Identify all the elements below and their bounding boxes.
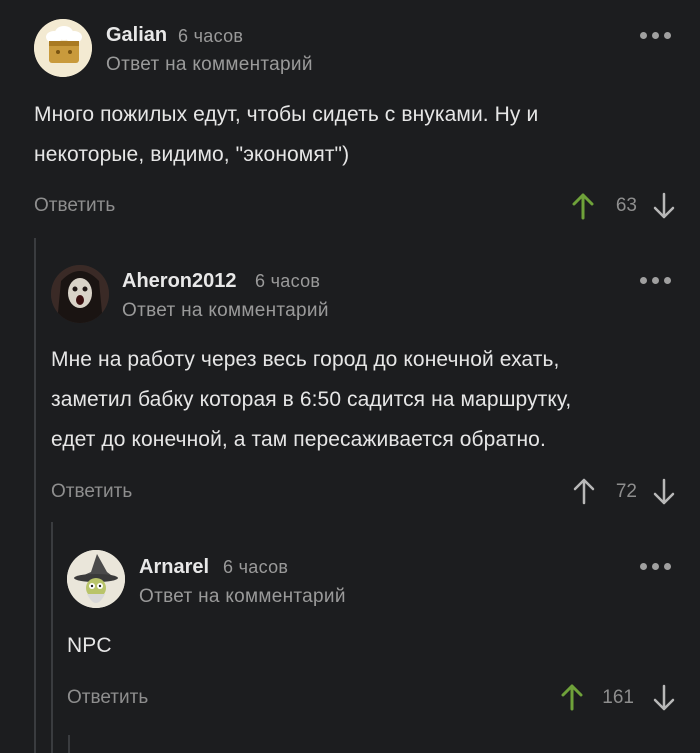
reply-button[interactable]: Ответить <box>51 481 132 503</box>
comment-text: Много пожилых едут, чтобы сидеть с внука… <box>34 95 538 175</box>
comment-author[interactable]: Galian <box>106 24 167 47</box>
dot-icon <box>640 563 647 570</box>
downvote-button[interactable] <box>652 684 676 717</box>
comment-author[interactable]: Arnarel <box>139 556 209 579</box>
reply-note[interactable]: Ответ на комментарий <box>122 300 329 322</box>
vote-score: 63 <box>615 195 637 216</box>
comment-text-line: некоторые, видимо, "экономят") <box>34 143 350 166</box>
comment-text: Мне на работу через весь город до конечн… <box>51 340 571 460</box>
comment-text-line: NPC <box>67 634 112 657</box>
reply-note[interactable]: Ответ на комментарий <box>106 54 313 76</box>
avatar[interactable] <box>34 19 92 77</box>
thread-line-level-3 <box>68 735 70 753</box>
downvote-button[interactable] <box>652 192 676 225</box>
thread-line-level-2 <box>51 522 53 753</box>
downvote-button[interactable] <box>652 478 676 511</box>
arrow-down-icon <box>653 478 675 505</box>
arrow-up-icon <box>561 684 583 711</box>
vote-score: 161 <box>602 687 634 708</box>
comment-time: 6 часов <box>223 557 289 577</box>
arrow-up-icon <box>573 478 595 505</box>
comment-author[interactable]: Aheron2012 <box>122 270 237 293</box>
more-options-button[interactable] <box>640 277 671 284</box>
more-options-button[interactable] <box>640 563 671 570</box>
dot-icon <box>652 277 659 284</box>
wizard-avatar-icon <box>67 550 125 608</box>
dot-icon <box>664 563 671 570</box>
dot-icon <box>640 277 647 284</box>
arrow-up-icon <box>572 193 594 220</box>
comment-text-line: едет до конечной, а там пересаживается о… <box>51 428 546 451</box>
comment-text-line: Мне на работу через весь город до конечн… <box>51 348 560 371</box>
dot-icon <box>664 277 671 284</box>
comment-text-line: заметил бабку которая в 6:50 садится на … <box>51 388 572 411</box>
upvote-button[interactable] <box>572 477 596 510</box>
comment-time: 6 часов <box>255 271 321 291</box>
chef-hat-avatar-icon <box>34 19 92 77</box>
upvote-button[interactable] <box>560 683 584 716</box>
dot-icon <box>640 32 647 39</box>
avatar[interactable] <box>51 265 109 323</box>
comment-text-line: Много пожилых едут, чтобы сидеть с внука… <box>34 103 539 126</box>
arrow-down-icon <box>653 192 675 219</box>
dot-icon <box>652 563 659 570</box>
dot-icon <box>664 32 671 39</box>
screaming-face-avatar-icon <box>51 265 109 323</box>
upvote-button[interactable] <box>571 192 595 225</box>
thread-line-level-1 <box>34 238 36 753</box>
dot-icon <box>652 32 659 39</box>
vote-score: 72 <box>615 481 637 502</box>
reply-button[interactable]: Ответить <box>34 195 115 217</box>
arrow-down-icon <box>653 684 675 711</box>
comment-text: NPC <box>67 626 112 666</box>
avatar[interactable] <box>67 550 125 608</box>
reply-note[interactable]: Ответ на комментарий <box>139 586 346 608</box>
comment-time: 6 часов <box>178 26 244 46</box>
reply-button[interactable]: Ответить <box>67 687 148 709</box>
more-options-button[interactable] <box>640 32 671 39</box>
